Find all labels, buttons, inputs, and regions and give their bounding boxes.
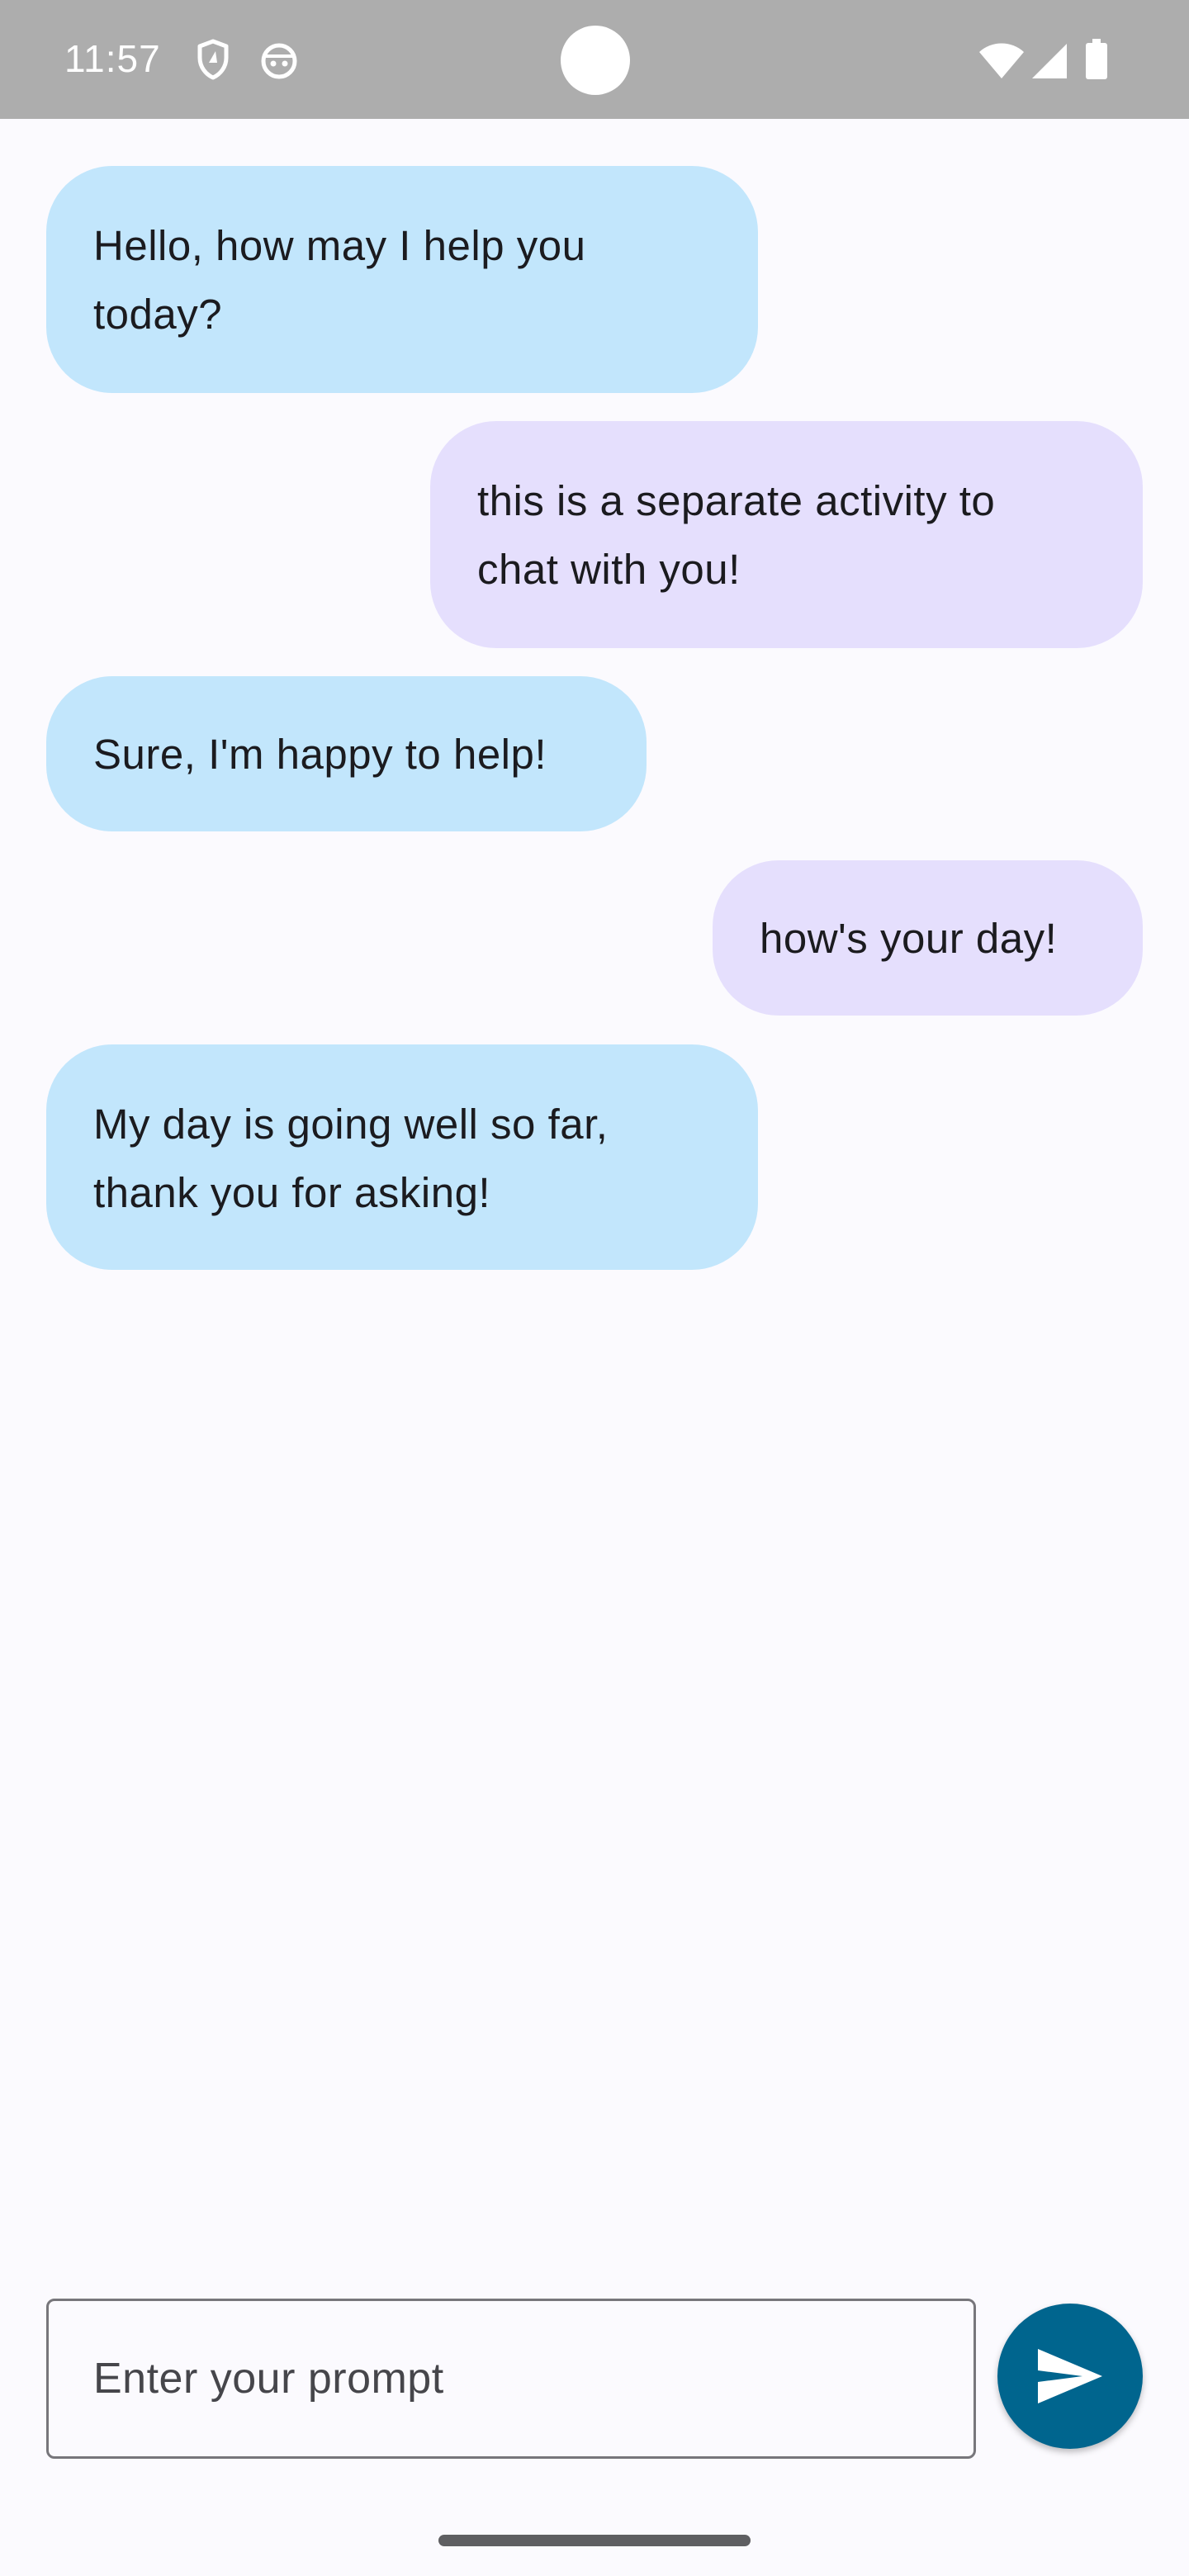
message-bubble-user: this is a separate activity to chat with… [430,421,1143,648]
shield-icon [197,39,229,80]
prompt-input[interactable] [93,2301,919,2456]
message-text: this is a separate activity to [477,477,996,524]
message-text: My day is going well so far, [93,1101,609,1148]
status-bar: 11:57 [0,0,1189,119]
android-face-icon [261,43,297,79]
message-text: Sure, I'm happy to help! [93,731,547,778]
message-text: today? [93,291,223,338]
message-text: thank you for asking! [93,1169,491,1216]
wifi-icon [979,43,1024,78]
battery-icon [1086,39,1107,79]
home-indicator[interactable] [438,2535,751,2546]
message-bubble-model: Hello, how may I help you today? [46,166,758,393]
message-text: how's your day! [760,915,1058,962]
message-text: chat with you! [477,546,741,593]
message-bubble-model: My day is going well so far, thank you f… [46,1044,758,1270]
send-button[interactable] [997,2304,1143,2449]
message-bubble-model: Sure, I'm happy to help! [46,676,647,831]
status-time: 11:57 [64,37,161,80]
cellular-signal-icon [1032,44,1067,78]
send-icon [1038,2349,1102,2403]
prompt-field[interactable] [46,2299,976,2459]
camera-cutout [561,26,630,95]
message-text: Hello, how may I help you [93,222,586,269]
message-bubble-user: how's your day! [713,860,1143,1016]
